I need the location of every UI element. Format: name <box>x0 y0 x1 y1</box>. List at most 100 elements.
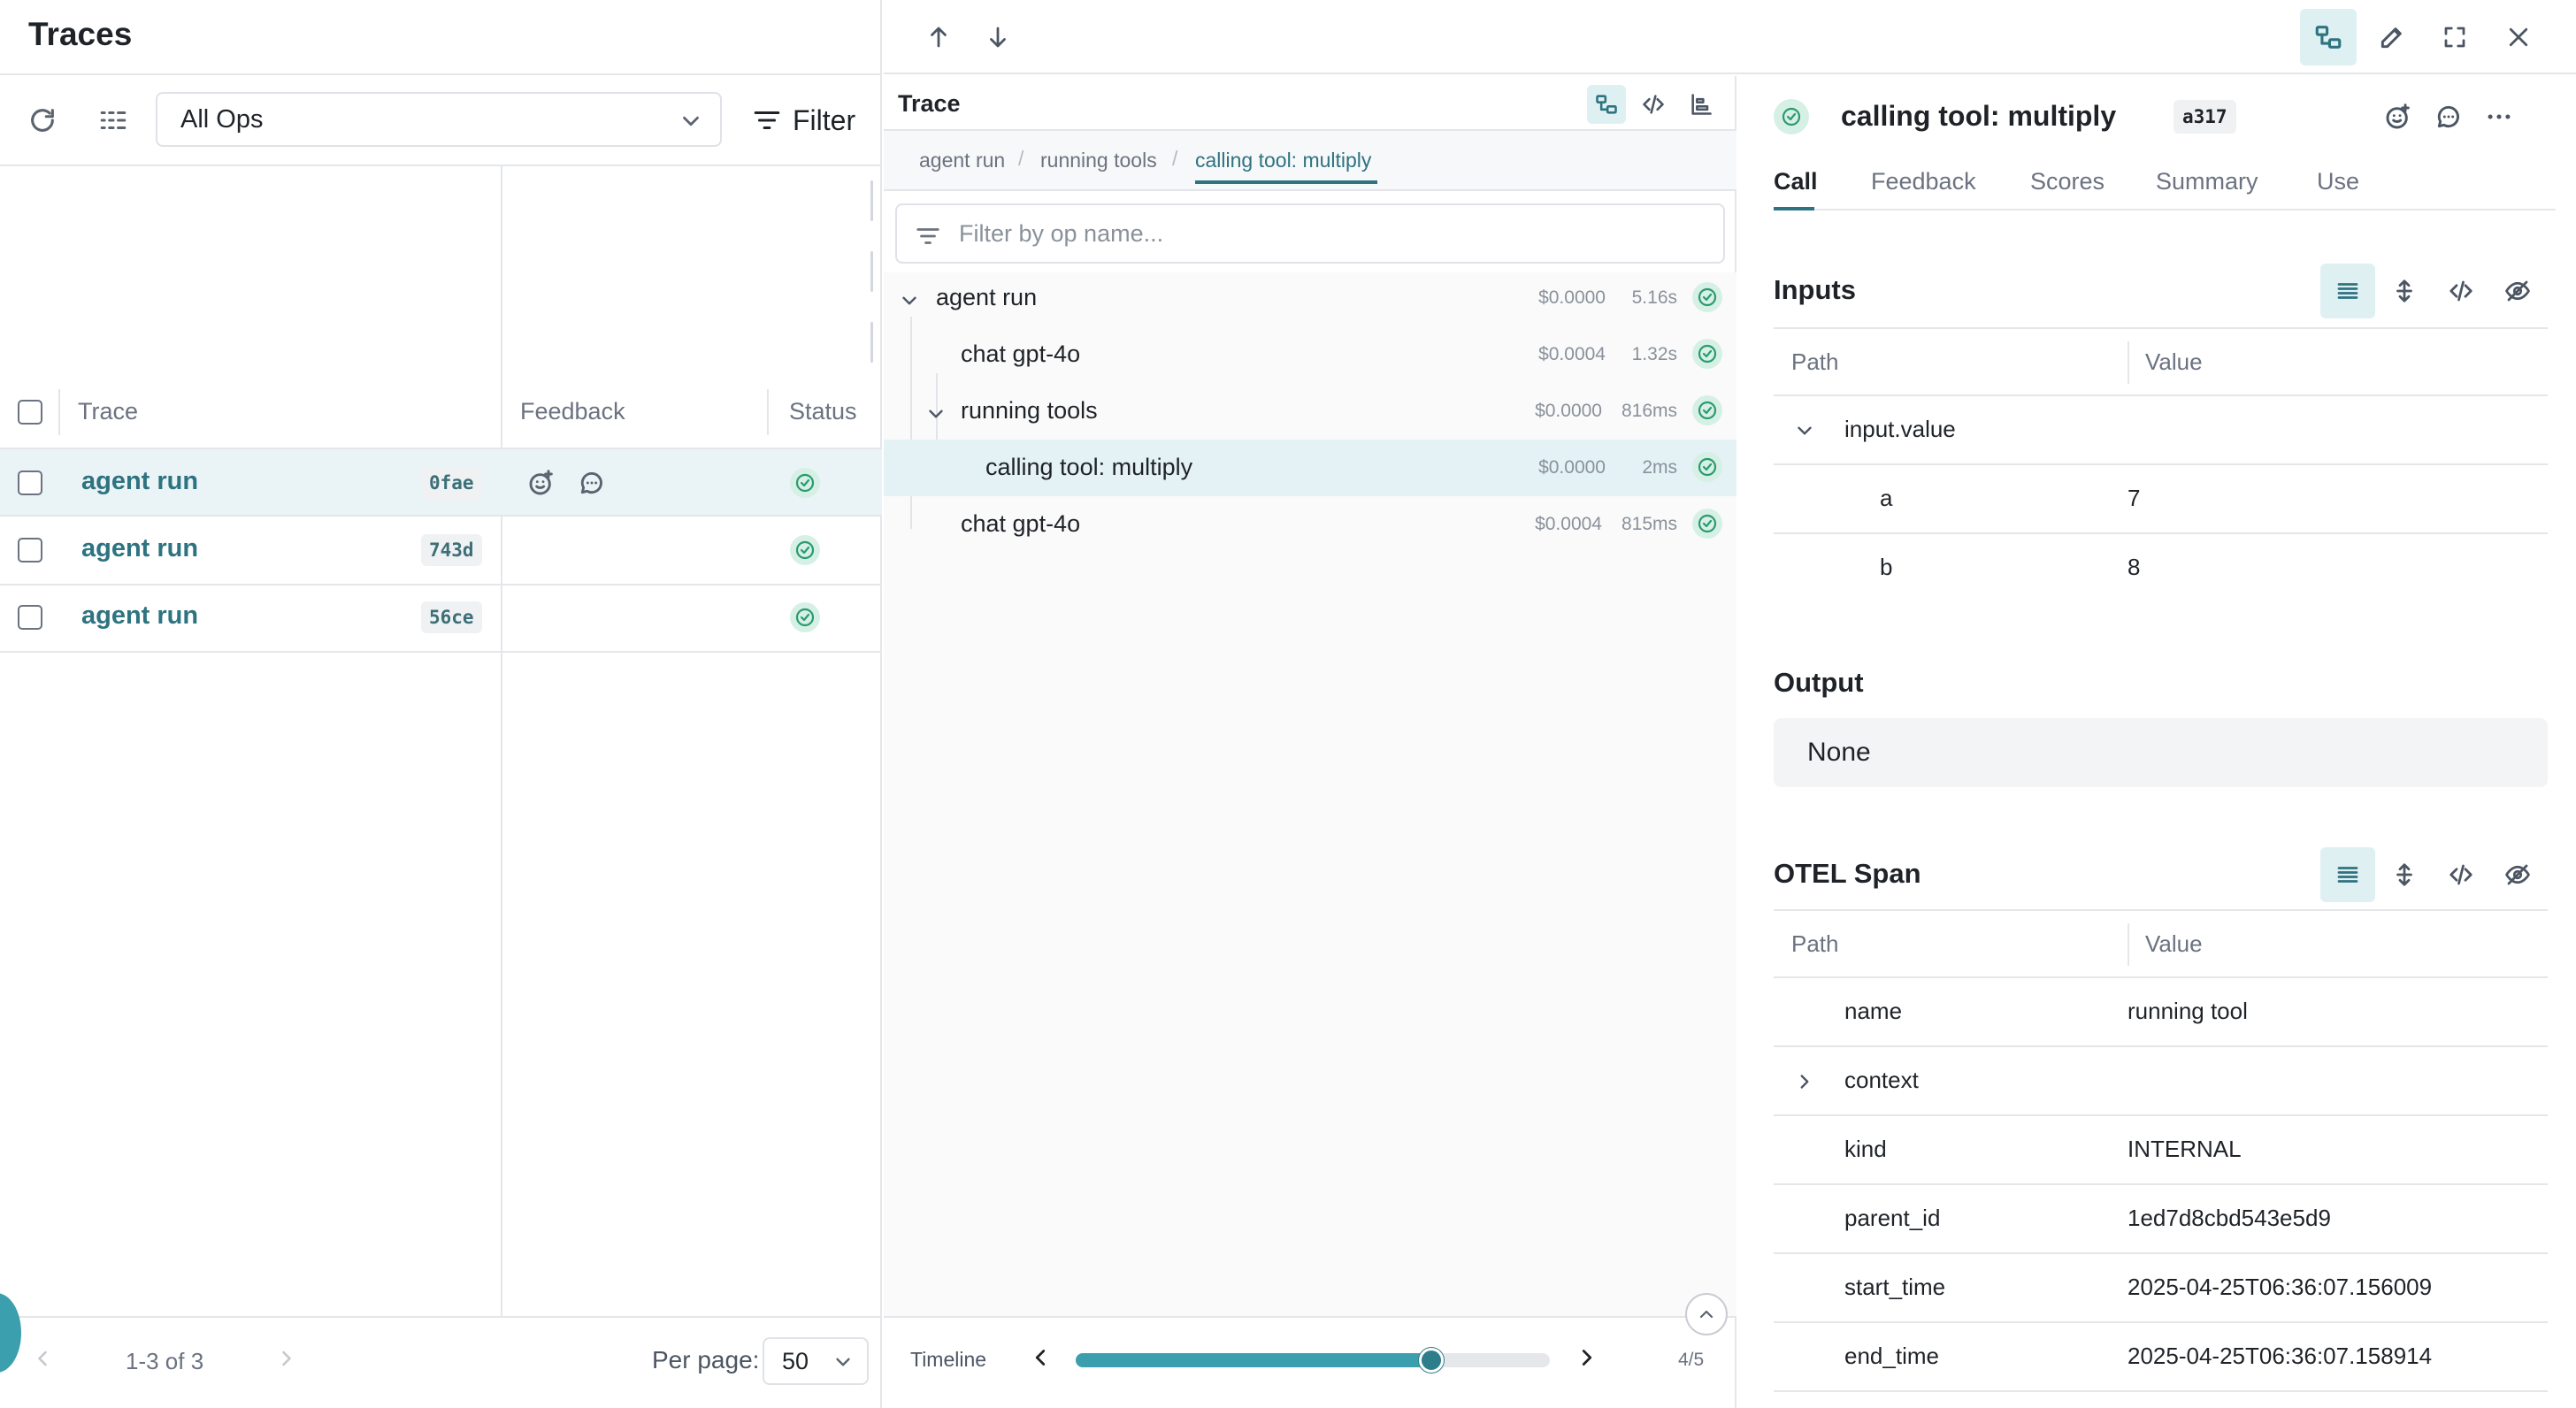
table-row[interactable]: b 8 <box>1774 534 2548 603</box>
tree-node[interactable]: chat gpt-4o $0.0004 1.32s <box>884 326 1736 383</box>
fullscreen-icon[interactable] <box>2434 16 2476 58</box>
timeline-chart-icon[interactable] <box>1682 85 1721 124</box>
table-row[interactable]: agent run 56ce <box>0 585 882 653</box>
help-fab-button[interactable] <box>0 1293 21 1373</box>
trace-id-badge: 743d <box>421 534 482 566</box>
row-checkbox[interactable] <box>18 605 42 630</box>
tree-node-duration: 1.32s <box>1631 344 1677 364</box>
select-all-checkbox[interactable] <box>18 400 42 425</box>
timeline-slider[interactable] <box>1076 1348 1550 1373</box>
table-row[interactable]: input.value <box>1774 396 2548 465</box>
eye-off-icon[interactable] <box>2490 264 2545 318</box>
tree-node[interactable]: chat gpt-4o $0.0004 815ms <box>884 496 1736 553</box>
success-status-icon <box>1692 282 1722 312</box>
comment-icon[interactable] <box>2429 97 2468 136</box>
breadcrumb-item[interactable]: agent run <box>919 149 1005 172</box>
scrollbar-tick[interactable] <box>870 180 873 221</box>
table-row[interactable]: context <box>1774 1047 2548 1116</box>
code-icon[interactable] <box>2434 264 2488 318</box>
table-header: Path Value <box>1774 327 2548 396</box>
eye-off-icon[interactable] <box>2490 847 2545 902</box>
pagination-range: 1-3 of 3 <box>126 1348 204 1374</box>
path-value: INTERNAL <box>2128 1136 2242 1162</box>
table-row[interactable]: start_time 2025-04-25T06:36:07.156009 <box>1774 1254 2548 1323</box>
table-row[interactable]: kind INTERNAL <box>1774 1116 2548 1185</box>
per-page-value: 50 <box>782 1347 809 1374</box>
collapse-timeline-button[interactable] <box>1685 1293 1728 1335</box>
chevron-left-icon[interactable] <box>30 1346 55 1371</box>
success-status-icon <box>1692 395 1722 425</box>
op-filter-input[interactable]: Filter by op name... <box>895 203 1725 264</box>
tree-view-icon[interactable] <box>1587 85 1626 124</box>
pencil-icon[interactable] <box>2371 16 2413 58</box>
arrow-up-icon[interactable] <box>917 16 960 58</box>
path-key: b <box>1880 554 1893 580</box>
tab-call[interactable]: Call <box>1774 168 1818 195</box>
chevron-right-icon[interactable] <box>1574 1344 1600 1371</box>
tree-view-icon[interactable] <box>2300 9 2357 65</box>
chevron-left-icon[interactable] <box>1027 1344 1054 1371</box>
add-reaction-icon[interactable] <box>520 462 563 504</box>
tree-node-name: chat gpt-4o <box>961 510 1081 537</box>
tree-node[interactable]: agent run $0.0000 5.16s <box>884 270 1736 326</box>
filter-button[interactable]: Filter <box>752 97 855 143</box>
table-row[interactable]: agent run 743d <box>0 518 882 585</box>
close-icon[interactable] <box>2497 16 2540 58</box>
column-header-status[interactable]: Status <box>789 398 857 425</box>
tree-node-name: calling tool: multiply <box>985 454 1193 480</box>
columns-icon[interactable] <box>92 99 134 142</box>
success-status-icon <box>1692 452 1722 482</box>
column-header-trace[interactable]: Trace <box>78 398 138 425</box>
breadcrumb-item-current[interactable]: calling tool: multiply <box>1195 149 1371 172</box>
tab-scores[interactable]: Scores <box>2030 168 2104 195</box>
table-row[interactable]: end_time 2025-04-25T06:36:07.158914 <box>1774 1323 2548 1392</box>
trace-name-link[interactable]: agent run <box>81 467 198 496</box>
add-reaction-icon[interactable] <box>2379 97 2418 136</box>
chevron-down-icon[interactable] <box>1793 419 1816 442</box>
page-title: Traces <box>28 16 133 52</box>
trace-name-link[interactable]: agent run <box>81 534 198 563</box>
scrollbar-tick[interactable] <box>870 251 873 292</box>
row-checkbox[interactable] <box>18 538 42 562</box>
expand-vertical-icon[interactable] <box>2377 847 2432 902</box>
per-page-select[interactable]: 50 <box>763 1337 869 1385</box>
tab-feedback[interactable]: Feedback <box>1871 168 1976 195</box>
path-key: kind <box>1844 1136 1887 1162</box>
code-icon[interactable] <box>1634 85 1673 124</box>
refresh-icon[interactable] <box>21 99 64 142</box>
ops-select[interactable]: All Ops <box>156 92 722 147</box>
tab-summary[interactable]: Summary <box>2156 168 2258 195</box>
tree-node-selected[interactable]: calling tool: multiply $0.0000 2ms <box>884 440 1736 496</box>
row-checkbox[interactable] <box>18 471 42 495</box>
arrow-down-icon[interactable] <box>977 16 1019 58</box>
path-key: end_time <box>1844 1343 1939 1369</box>
table-row[interactable]: agent run 0fae <box>0 449 882 517</box>
timeline-slider-handle[interactable] <box>1419 1348 1444 1373</box>
chevron-down-icon[interactable] <box>898 289 921 312</box>
chevron-right-icon[interactable] <box>1793 1070 1816 1093</box>
table-row[interactable]: a 7 <box>1774 465 2548 534</box>
breadcrumb-item[interactable]: running tools <box>1040 149 1157 172</box>
tree-node[interactable]: running tools $0.0000 816ms <box>884 383 1736 440</box>
path-key: parent_id <box>1844 1205 1941 1231</box>
path-column-header: Path <box>1791 348 1839 375</box>
comment-icon[interactable] <box>571 462 613 504</box>
tree-node-cost: $0.0000 <box>1535 401 1602 421</box>
trace-name-link[interactable]: agent run <box>81 601 198 631</box>
column-separator <box>2128 341 2129 384</box>
more-options-icon[interactable] <box>2480 97 2518 136</box>
chevron-right-icon[interactable] <box>274 1346 299 1371</box>
table-row[interactable]: parent_id 1ed7d8cbd543e5d9 <box>1774 1185 2548 1254</box>
success-status-icon <box>790 602 820 632</box>
scrollbar-tick[interactable] <box>870 322 873 363</box>
chevron-down-icon[interactable] <box>924 402 947 425</box>
table-row[interactable]: name running tool <box>1774 978 2548 1047</box>
list-view-icon[interactable] <box>2320 264 2375 318</box>
column-header-feedback[interactable]: Feedback <box>520 398 625 425</box>
code-icon[interactable] <box>2434 847 2488 902</box>
tab-use[interactable]: Use <box>2317 168 2359 195</box>
expand-vertical-icon[interactable] <box>2377 264 2432 318</box>
table-header: Path Value <box>1774 909 2548 978</box>
list-view-icon[interactable] <box>2320 847 2375 902</box>
detail-topbar <box>884 0 2576 74</box>
